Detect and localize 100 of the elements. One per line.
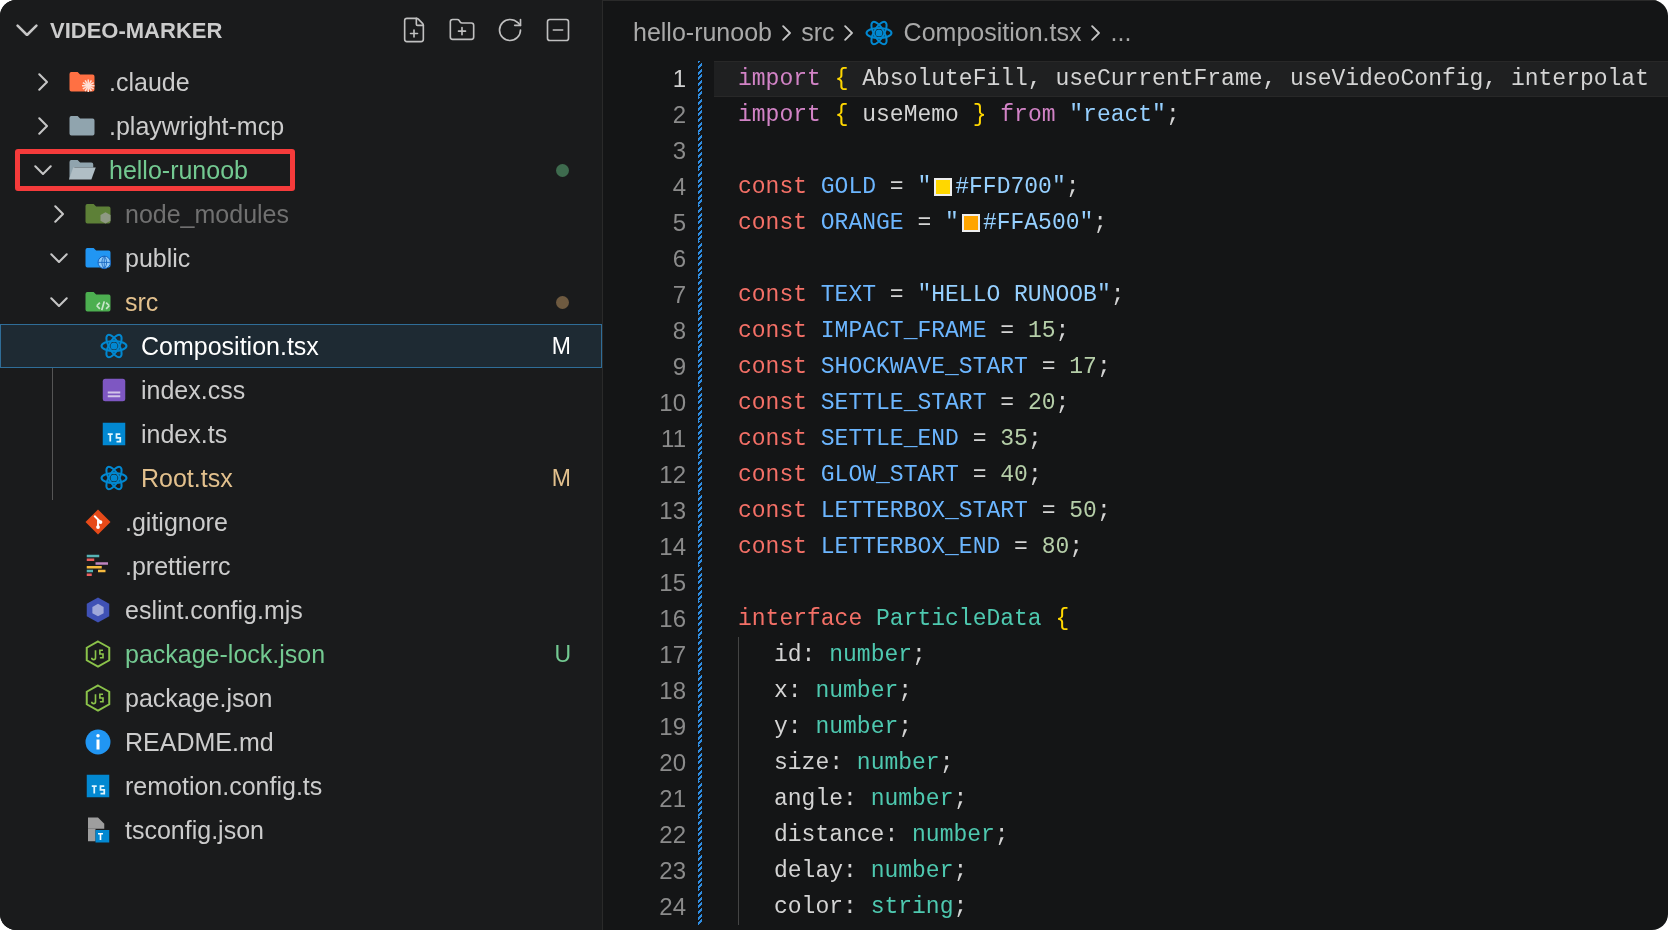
tree-item[interactable]: package.json bbox=[0, 676, 602, 720]
chevron-down-icon bbox=[16, 23, 38, 37]
code-token: const bbox=[738, 496, 807, 526]
file-name: package.json bbox=[125, 684, 273, 712]
tree-item[interactable]: index.css bbox=[0, 368, 602, 412]
code-token: number bbox=[870, 784, 954, 814]
file-name: .gitignore bbox=[125, 508, 228, 536]
code-token: angle: bbox=[774, 784, 858, 814]
tree-item[interactable]: README.md bbox=[0, 720, 602, 764]
atom-icon bbox=[863, 18, 894, 48]
code-token: = bbox=[1040, 352, 1057, 382]
hexagon-icon bbox=[83, 639, 113, 669]
code-token: = bbox=[999, 388, 1016, 418]
code-token: " bbox=[945, 208, 959, 238]
git-status: U bbox=[554, 639, 571, 669]
line-number: 2 bbox=[671, 100, 686, 130]
code-token: SHOCKWAVE_START bbox=[819, 352, 1028, 382]
code-token: ; bbox=[953, 892, 968, 922]
color-swatch[interactable] bbox=[934, 178, 953, 196]
code-token: number bbox=[856, 748, 940, 778]
line-number: 18 bbox=[658, 676, 686, 706]
breadcrumb-item[interactable]: Composition.tsx bbox=[903, 14, 1082, 52]
file-name: README.md bbox=[125, 728, 274, 756]
tree-item[interactable]: index.ts bbox=[0, 412, 602, 456]
line-number: 17 bbox=[658, 640, 686, 670]
line-number: 9 bbox=[671, 352, 686, 382]
code-token: 20 bbox=[1027, 388, 1056, 418]
tree-item[interactable]: remotion.config.ts bbox=[0, 764, 602, 808]
explorer-title: VIDEO-MARKER bbox=[50, 16, 223, 45]
line-number: 7 bbox=[671, 280, 686, 310]
code-token: ; bbox=[1110, 280, 1125, 310]
tree-item[interactable]: .gitignore bbox=[0, 500, 602, 544]
tree-item[interactable]: package-lock.json U bbox=[0, 632, 602, 676]
code-token: const bbox=[738, 352, 807, 382]
code-token: TEXT bbox=[819, 280, 877, 310]
code-token: ; bbox=[994, 820, 1009, 850]
tree-item[interactable]: public bbox=[0, 236, 602, 280]
code-token: ; bbox=[1093, 208, 1108, 238]
line-number: 14 bbox=[658, 532, 686, 562]
line-number: 3 bbox=[671, 136, 686, 166]
code-token: #FFA500" bbox=[982, 208, 1094, 238]
code-token: 50 bbox=[1069, 496, 1097, 526]
code-token: } bbox=[972, 100, 987, 130]
code-token: LETTERBOX_START bbox=[819, 496, 1028, 526]
git-status: M bbox=[551, 463, 571, 493]
line-number: 16 bbox=[658, 604, 686, 634]
code-token: = bbox=[888, 280, 905, 310]
line-number: 23 bbox=[658, 856, 686, 886]
code-token: "react" bbox=[1068, 100, 1166, 130]
code-token: = bbox=[888, 172, 905, 202]
code-token: number bbox=[815, 712, 899, 742]
line-number: 11 bbox=[660, 424, 686, 454]
line-number: 1 bbox=[671, 64, 686, 94]
code-token: ; bbox=[1165, 100, 1180, 130]
tree-item[interactable]: .prettierrc bbox=[0, 544, 602, 588]
code-token: ; bbox=[898, 712, 913, 742]
file-name: .prettierrc bbox=[125, 552, 231, 580]
tree-item[interactable]: tsconfig.json bbox=[0, 808, 602, 852]
code-token: const bbox=[738, 388, 807, 418]
line-number: 19 bbox=[658, 712, 686, 742]
git-status: M bbox=[551, 331, 571, 361]
code-token: 40 bbox=[1000, 460, 1028, 490]
file-name: .claude bbox=[109, 68, 190, 96]
hexagon-icon bbox=[83, 683, 113, 713]
tree-item[interactable]: .claude bbox=[0, 60, 602, 104]
code-token: number bbox=[870, 856, 954, 886]
code-token: #FFD700" bbox=[955, 172, 1066, 202]
file-name: src bbox=[125, 288, 159, 316]
line-number: 6 bbox=[671, 244, 686, 274]
file-name: index.ts bbox=[141, 420, 228, 448]
tree-item[interactable]: src bbox=[0, 280, 602, 324]
color-swatch[interactable] bbox=[961, 214, 980, 232]
breadcrumb-item[interactable]: hello-runoob bbox=[633, 14, 772, 52]
code-token: 80 bbox=[1041, 532, 1070, 562]
code-token: distance: bbox=[774, 820, 900, 850]
line-number: 5 bbox=[671, 208, 686, 238]
code-token: color: bbox=[774, 892, 858, 922]
breadcrumb-item[interactable]: ... bbox=[1110, 14, 1132, 52]
file-name: Root.tsx bbox=[141, 464, 233, 492]
line-number: 21 bbox=[658, 784, 686, 814]
code-token: ; bbox=[1065, 172, 1080, 202]
code-token: ; bbox=[1055, 388, 1070, 418]
refresh-icon[interactable] bbox=[496, 16, 524, 44]
line-number: 24 bbox=[658, 892, 686, 922]
code-token: ; bbox=[1027, 460, 1042, 490]
tree-item[interactable]: .playwright-mcp bbox=[0, 104, 602, 148]
tree-item[interactable]: hello-runoob bbox=[0, 148, 602, 192]
tree-item[interactable]: Composition.tsx M bbox=[0, 324, 602, 368]
collapse-icon[interactable] bbox=[544, 16, 572, 44]
file-name: node_modules bbox=[125, 200, 289, 228]
code-token: 15 bbox=[1027, 316, 1056, 346]
code-token: number bbox=[829, 640, 913, 670]
code-token: ; bbox=[953, 784, 968, 814]
code-token: ORANGE bbox=[819, 208, 904, 238]
tree-item[interactable]: eslint.config.mjs bbox=[0, 588, 602, 632]
code-token: ; bbox=[1055, 316, 1070, 346]
breadcrumb-item[interactable]: src bbox=[801, 14, 835, 52]
file-name: Composition.tsx bbox=[141, 332, 319, 360]
tree-item[interactable]: Root.tsx M bbox=[0, 456, 602, 500]
file-name: hello-runoob bbox=[109, 156, 248, 184]
